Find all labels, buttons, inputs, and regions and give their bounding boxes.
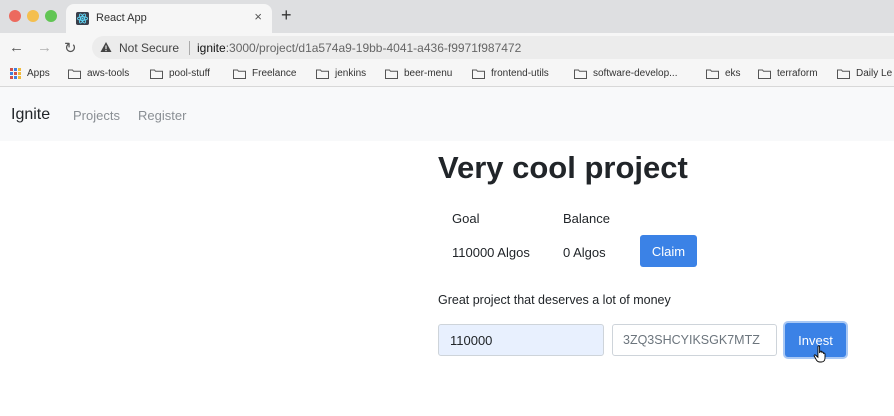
- bookmark-item[interactable]: software-develop...: [574, 68, 678, 79]
- amount-input[interactable]: 110000: [438, 324, 604, 356]
- balance-value: 0 Algos: [563, 245, 606, 260]
- url-host: ignite: [197, 41, 226, 55]
- folder-icon: [837, 69, 850, 79]
- not-secure-label: Not Secure: [119, 41, 180, 55]
- folder-icon: [316, 69, 329, 79]
- apps-grid-icon: [10, 68, 21, 79]
- url-text: ignite:3000/project/d1a574a9-19bb-4041-a…: [197, 41, 521, 55]
- bookmark-label: Daily Le: [856, 68, 893, 79]
- bookmark-item[interactable]: beer-menu: [385, 68, 452, 79]
- bookmark-item[interactable]: Freelance: [233, 68, 296, 79]
- folder-icon: [385, 69, 398, 79]
- bookmark-label: beer-menu: [404, 68, 453, 79]
- bookmark-item[interactable]: pool-stuff: [150, 68, 210, 79]
- omnibox-divider: [189, 41, 190, 55]
- bookmark-label: Freelance: [252, 68, 297, 79]
- goal-value: 110000 Algos: [452, 245, 530, 260]
- folder-icon: [233, 69, 246, 79]
- bookmark-item[interactable]: terraform: [758, 68, 818, 79]
- url-field[interactable]: Not Secure ignite:3000/project/d1a574a9-…: [92, 36, 894, 59]
- project-title: Very cool project: [438, 150, 688, 185]
- app-navbar: Ignite Projects Register: [0, 87, 894, 141]
- maximize-window-button[interactable]: [45, 10, 57, 22]
- bookmark-item[interactable]: jenkins: [316, 68, 366, 79]
- folder-icon: [706, 69, 719, 79]
- folder-icon: [758, 69, 771, 79]
- browser-address-bar: ← → ↻ Not Secure ignite:3000/project/d1a…: [0, 33, 894, 62]
- back-arrow-icon[interactable]: ←: [9, 39, 24, 56]
- balance-label: Balance: [563, 211, 610, 226]
- new-tab-button[interactable]: +: [281, 5, 292, 26]
- reload-icon[interactable]: ↻: [64, 39, 77, 57]
- folder-icon: [574, 69, 587, 79]
- project-description: Great project that deserves a lot of mon…: [438, 293, 671, 307]
- bookmark-label: terraform: [777, 68, 818, 79]
- bookmark-label: jenkins: [335, 68, 367, 79]
- tab-title: React App: [96, 12, 147, 24]
- bookmark-item[interactable]: frontend-utils: [472, 68, 549, 79]
- close-window-button[interactable]: [9, 10, 21, 22]
- address-input[interactable]: 3ZQ3SHCYIKSGK7MTZ: [612, 324, 777, 356]
- bookmark-label: software-develop...: [593, 68, 678, 79]
- hand-cursor-icon: [813, 345, 826, 363]
- bookmark-item[interactable]: aws-tools: [68, 68, 129, 79]
- browser-tab[interactable]: React App ×: [66, 4, 272, 33]
- nav-link-projects[interactable]: Projects: [73, 108, 120, 123]
- page-content: Ignite Projects Register Very cool proje…: [0, 87, 894, 416]
- tab-close-icon[interactable]: ×: [254, 9, 262, 24]
- bookmark-item[interactable]: Apps: [10, 68, 50, 79]
- goal-label: Goal: [452, 211, 480, 226]
- minimize-window-button[interactable]: [27, 10, 39, 22]
- brand-link[interactable]: Ignite: [11, 106, 50, 124]
- bookmark-label: frontend-utils: [491, 68, 549, 79]
- folder-icon: [472, 69, 485, 79]
- bookmark-label: aws-tools: [87, 68, 130, 79]
- bookmarks-bar: Apps aws-tools pool-stuff Freelance jenkins b…: [0, 62, 894, 87]
- forward-arrow-icon[interactable]: →: [37, 39, 52, 56]
- warning-icon: [100, 42, 112, 52]
- bookmark-label: eks: [725, 68, 741, 79]
- folder-icon: [68, 69, 81, 79]
- bookmark-label: pool-stuff: [169, 68, 210, 79]
- bookmark-item[interactable]: eks: [706, 68, 741, 79]
- browser-tab-bar: React App × +: [0, 0, 894, 33]
- url-path: :3000/project/d1a574a9-19bb-4041-a436-f9…: [225, 41, 522, 55]
- folder-icon: [150, 69, 163, 79]
- bookmark-item[interactable]: Daily Le: [837, 68, 892, 79]
- nav-link-register[interactable]: Register: [138, 108, 186, 123]
- react-favicon-icon: [76, 12, 89, 25]
- bookmark-label: Apps: [27, 68, 50, 79]
- claim-button[interactable]: Claim: [640, 235, 697, 267]
